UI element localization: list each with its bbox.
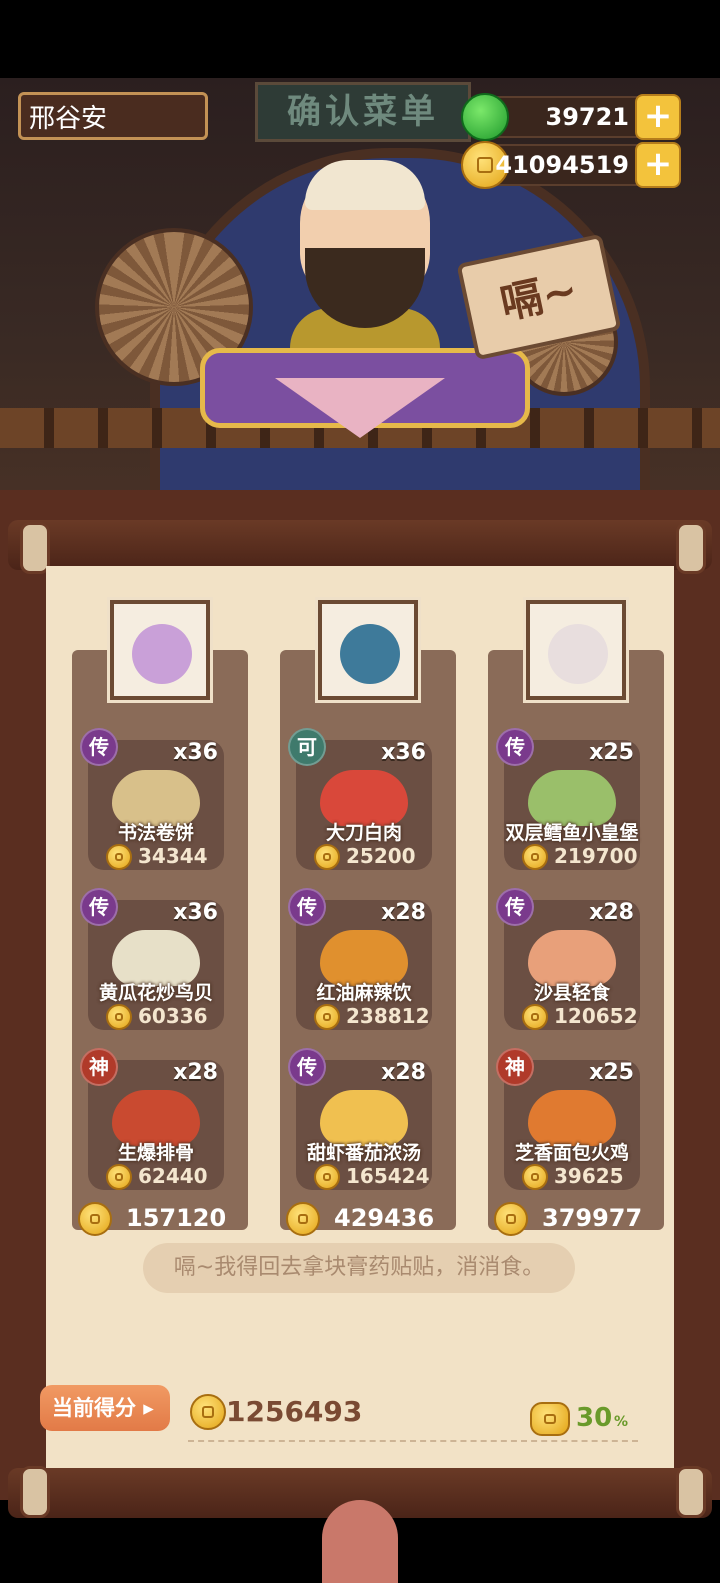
add-gem-button[interactable]: +: [635, 94, 681, 140]
coin-icon: [78, 1202, 112, 1236]
current-score-label-text: 当前得分: [52, 1396, 136, 1420]
diner-avatar: [318, 600, 418, 700]
coin-icon: [314, 1004, 340, 1030]
dish-name: 芝香面包火鸡: [514, 1142, 629, 1164]
gem-counter: 39721 +: [461, 93, 681, 141]
coin-icon: [314, 1164, 340, 1190]
dish-price: 34344: [138, 844, 208, 868]
dish-name: 黄瓜花炒鸟贝: [98, 982, 213, 1004]
dish-price: 120652: [554, 1004, 638, 1028]
current-score-label[interactable]: 当前得分 ▸: [40, 1385, 170, 1431]
diner-face: [340, 624, 400, 684]
rarity-badge: 传: [80, 888, 118, 926]
player-name: 邢谷安: [18, 92, 208, 140]
dish-card[interactable]: 传 x36 书法卷饼 34344: [80, 728, 224, 870]
customer-speech: 嗝~我得回去拿块膏药贴贴，消消食。: [143, 1243, 575, 1293]
rarity-badge: 神: [80, 1048, 118, 1086]
coin-icon: [106, 844, 132, 870]
dish-price: 39625: [554, 1164, 624, 1188]
coin-icon: [106, 1164, 132, 1190]
dish-name: 甜虾番茄浓汤: [306, 1142, 421, 1164]
divider: [188, 1440, 638, 1442]
diner-avatar: [526, 600, 626, 700]
rarity-badge: 传: [288, 1048, 326, 1086]
diner-face: [132, 624, 192, 684]
dish-count: x36: [173, 740, 218, 765]
coin-icon: [286, 1202, 320, 1236]
dish-price: 60336: [138, 1004, 208, 1028]
coin-icon: [522, 1164, 548, 1190]
column-total-value: 157120: [126, 1204, 227, 1232]
dish-card[interactable]: 传 x25 双层鳕鱼小皇堡 219700: [496, 728, 640, 870]
coin-value: 41094519: [495, 151, 629, 179]
dish-card[interactable]: 传 x28 沙县轻食 120652: [496, 888, 640, 1030]
rarity-badge: 可: [288, 728, 326, 766]
dish-count: x28: [381, 900, 426, 925]
dish-count: x36: [381, 740, 426, 765]
bonus-value: 30: [576, 1403, 613, 1433]
dish-count: x28: [381, 1060, 426, 1085]
diner-face: [548, 624, 608, 684]
dish-price: 62440: [138, 1164, 208, 1188]
coin-icon: [314, 844, 340, 870]
chef-hat: [305, 160, 425, 210]
coin-counter: 41094519 +: [461, 141, 681, 189]
dish-count: x25: [589, 1060, 634, 1085]
dish-card[interactable]: 神 x25 芝香面包火鸡 39625: [496, 1048, 640, 1190]
dish-count: x36: [173, 900, 218, 925]
dish-price: 25200: [346, 844, 416, 868]
rarity-badge: 传: [496, 888, 534, 926]
dish-price: 238812: [346, 1004, 430, 1028]
dish-count: x28: [589, 900, 634, 925]
money-bag-icon: [530, 1402, 570, 1436]
dish-count: x25: [589, 740, 634, 765]
dish-name: 书法卷饼: [117, 822, 194, 844]
dish-card[interactable]: 传 x28 甜虾番茄浓汤 165424: [288, 1048, 432, 1190]
dish-name: 沙县轻食: [533, 982, 610, 1004]
rarity-badge: 传: [288, 888, 326, 926]
tassel-ornament: [322, 1500, 398, 1583]
dish-card[interactable]: 可 x36 大刀白肉 25200: [288, 728, 432, 870]
scroll-knob: [676, 1466, 706, 1518]
dish-count: x28: [173, 1060, 218, 1085]
add-coin-button[interactable]: +: [635, 142, 681, 188]
coin-icon: [522, 1004, 548, 1030]
dish-name: 生爆排骨: [117, 1142, 194, 1164]
gem-icon: [461, 93, 509, 141]
dish-card[interactable]: 神 x28 生爆排骨 62440: [80, 1048, 224, 1190]
column-total-value: 379977: [542, 1204, 643, 1232]
coin-icon: [190, 1394, 226, 1430]
coin-icon: [494, 1202, 528, 1236]
coin-icon: [106, 1004, 132, 1030]
dish-name: 红油麻辣饮: [316, 982, 412, 1004]
scroll-knob: [20, 1466, 50, 1518]
coin-icon: [522, 844, 548, 870]
dish-card[interactable]: 传 x36 黄瓜花炒鸟贝 60336: [80, 888, 224, 1030]
current-score-value: 1256493: [226, 1395, 363, 1428]
dish-name: 大刀白肉: [325, 822, 402, 844]
scroll-knob: [676, 522, 706, 574]
column-total: 429436: [286, 1202, 446, 1236]
dish-price: 219700: [554, 844, 638, 868]
page-title: 确认菜单: [255, 82, 471, 142]
column-total: 157120: [78, 1202, 238, 1236]
rarity-badge: 传: [496, 728, 534, 766]
bonus-unit: %: [614, 1414, 629, 1430]
diner-avatar: [110, 600, 210, 700]
scroll-top-rod: [8, 520, 712, 570]
gem-value: 39721: [545, 103, 630, 131]
column-total-value: 429436: [334, 1204, 435, 1232]
dish-name: 双层鳕鱼小皇堡: [505, 822, 639, 844]
dish-price: 165424: [346, 1164, 430, 1188]
dish-card[interactable]: 传 x28 红油麻辣饮 238812: [288, 888, 432, 1030]
rarity-badge: 传: [80, 728, 118, 766]
column-total: 379977: [494, 1202, 654, 1236]
rarity-badge: 神: [496, 1048, 534, 1086]
